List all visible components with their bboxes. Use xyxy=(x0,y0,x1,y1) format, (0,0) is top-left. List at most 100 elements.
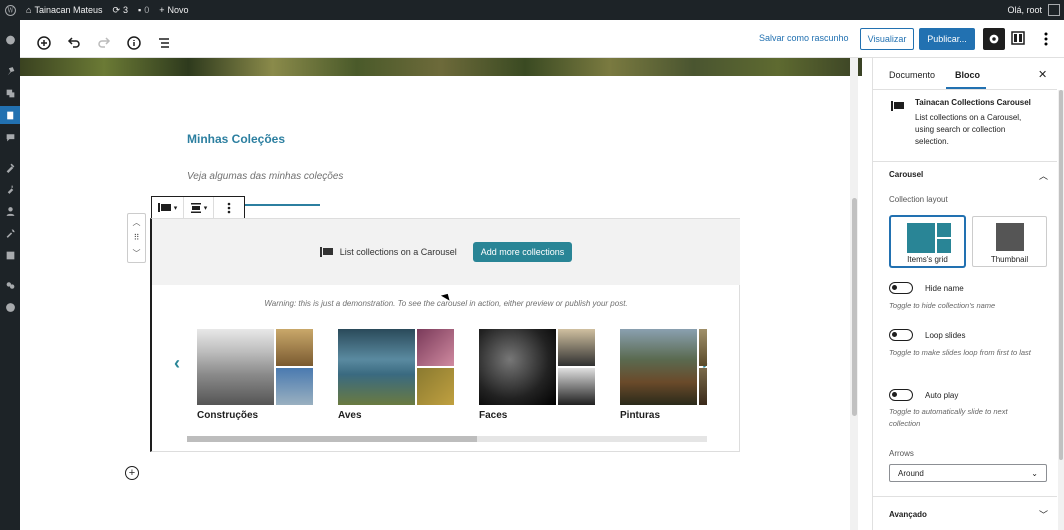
chevron-down-icon[interactable]: ﹀ xyxy=(1039,508,1048,521)
collection-thumbnail xyxy=(338,329,415,405)
collection-thumbnail xyxy=(699,329,707,366)
publish-button[interactable]: Publicar... xyxy=(919,28,975,50)
grid-layout-icon xyxy=(907,223,951,253)
comments-link[interactable]: ▪ 0 xyxy=(133,0,154,20)
block-header: List collections on a Carousel Add more … xyxy=(152,219,740,285)
undo-icon[interactable] xyxy=(62,31,86,55)
drag-handle-icon[interactable]: ⠿ xyxy=(134,233,140,242)
layout-option-grid[interactable]: Items's grid xyxy=(890,216,965,267)
heading-underline xyxy=(244,204,320,206)
block-type-button[interactable]: ▾ xyxy=(152,197,184,219)
carousel-block-icon xyxy=(891,101,904,111)
more-options-icon[interactable] xyxy=(1038,30,1054,48)
block-card: Tainacan Collections Carousel List colle… xyxy=(873,90,1057,162)
dashboard-icon[interactable] xyxy=(0,30,20,48)
tools-icon[interactable] xyxy=(0,224,20,242)
avatar xyxy=(1048,4,1060,16)
collection-name: Faces xyxy=(479,410,508,421)
page-heading[interactable]: Minhas Coleções xyxy=(187,132,285,146)
collection-thumbnail xyxy=(699,368,707,405)
users-icon[interactable] xyxy=(0,202,20,220)
home-icon: ⌂ xyxy=(26,5,32,15)
info-icon[interactable] xyxy=(122,31,146,55)
outline-icon[interactable] xyxy=(152,31,176,55)
tainacan-icon[interactable] xyxy=(0,276,20,294)
arrows-select[interactable]: Around ⌄ xyxy=(889,464,1047,482)
new-label: Novo xyxy=(167,5,189,15)
site-name-link[interactable]: ⌂ Tainacan Mateus xyxy=(21,0,107,20)
wordpress-logo-icon[interactable]: W xyxy=(0,0,21,20)
account-menu[interactable]: Olá, root xyxy=(1002,0,1064,20)
carousel-panel-title[interactable]: Carousel xyxy=(889,170,923,179)
canvas-scrollbar-thumb[interactable] xyxy=(852,198,857,416)
collection-thumbnail xyxy=(558,329,595,366)
page-subtext[interactable]: Veja algumas das minhas coleções xyxy=(187,171,343,182)
updates-link[interactable]: ⟳ 3 xyxy=(107,0,133,20)
redo-icon[interactable] xyxy=(92,31,116,55)
collection-thumbnail xyxy=(417,368,454,405)
collection-layout-label: Collection layout xyxy=(889,195,948,204)
move-up-icon[interactable]: ︿ xyxy=(133,217,141,228)
arrows-label: Arrows xyxy=(889,449,914,458)
tab-documento[interactable]: Documento xyxy=(889,70,935,80)
block-header-text: List collections on a Carousel xyxy=(339,247,457,257)
align-button[interactable]: ▾ xyxy=(184,197,214,219)
move-down-icon[interactable]: ﹀ xyxy=(133,248,141,259)
carousel-block-icon xyxy=(319,247,333,257)
preview-button[interactable]: Visualizar xyxy=(860,28,914,50)
new-content-link[interactable]: + Novo xyxy=(154,0,193,20)
block-card-description: List collections on a Carousel, using se… xyxy=(915,113,1022,146)
add-block-icon[interactable]: + xyxy=(125,466,139,480)
plugins-icon[interactable] xyxy=(0,180,20,198)
chevron-down-icon: ⌄ xyxy=(1031,468,1038,478)
pages-icon[interactable] xyxy=(0,106,20,124)
arrows-select-value: Around xyxy=(898,468,924,478)
collection-card[interactable]: Faces xyxy=(479,329,595,421)
add-block-icon[interactable] xyxy=(32,31,56,55)
block-more-options[interactable] xyxy=(214,197,244,219)
active-tab-indicator xyxy=(946,87,986,89)
collection-card[interactable]: Pinturas xyxy=(620,329,736,421)
sidebar-scrollbar-thumb[interactable] xyxy=(1059,90,1063,460)
carousel-block-icon xyxy=(157,203,171,212)
updates-count: 3 xyxy=(123,5,129,15)
auto-play-toggle[interactable] xyxy=(889,389,913,401)
comment-icon: ▪ xyxy=(138,5,142,15)
carousel-scrollbar-thumb[interactable] xyxy=(187,436,477,442)
add-more-collections-button[interactable]: Add more collections xyxy=(472,242,573,262)
refresh-icon: ⟳ xyxy=(112,4,121,15)
block-toolbar: ▾ ▾ xyxy=(151,196,245,220)
editor-canvas: Minhas Coleções Veja algumas das minhas … xyxy=(20,58,871,530)
collection-thumbnail xyxy=(620,329,697,405)
collection-name: Aves xyxy=(338,410,362,421)
save-draft-link[interactable]: Salvar como rascunho xyxy=(759,33,849,43)
play-icon[interactable] xyxy=(0,298,20,316)
settings-sidebar: Documento Bloco ✕ Tainacan Collections C… xyxy=(872,58,1064,530)
cover-image xyxy=(20,58,862,76)
tab-bloco[interactable]: Bloco xyxy=(955,70,980,80)
carousel-prev-arrow[interactable]: ‹ xyxy=(174,353,180,374)
svg-text:W: W xyxy=(7,7,14,14)
advanced-panel-title[interactable]: Avançado xyxy=(889,510,927,519)
collection-card[interactable]: Aves xyxy=(338,329,454,421)
carousel-scrollbar[interactable] xyxy=(187,436,707,442)
layout-option-label: Thumbnail xyxy=(990,255,1029,264)
loop-slides-toggle[interactable] xyxy=(889,329,913,341)
collection-name: Construções xyxy=(197,410,259,421)
settings-gear-icon[interactable] xyxy=(983,28,1005,50)
close-icon[interactable]: ✕ xyxy=(1038,68,1047,81)
collections-carousel-block[interactable]: List collections on a Carousel Add more … xyxy=(150,218,740,452)
comments-menu-icon[interactable] xyxy=(0,128,20,146)
pin-icon[interactable] xyxy=(0,62,20,80)
media-icon[interactable] xyxy=(0,84,20,102)
settings-menu-icon[interactable] xyxy=(0,246,20,264)
chevron-up-icon[interactable]: ︿ xyxy=(1039,169,1048,182)
plus-icon: + xyxy=(159,5,165,15)
hide-name-toggle[interactable] xyxy=(889,282,913,294)
plugin-sidebar-icon[interactable] xyxy=(1010,30,1026,46)
collection-card[interactable]: Construções xyxy=(197,329,313,421)
sidebar-scrollbar[interactable] xyxy=(1058,90,1064,530)
layout-option-thumbnail[interactable]: Thumbnail xyxy=(972,216,1047,267)
auto-play-label: Auto play xyxy=(925,391,959,400)
appearance-icon[interactable] xyxy=(0,158,20,176)
